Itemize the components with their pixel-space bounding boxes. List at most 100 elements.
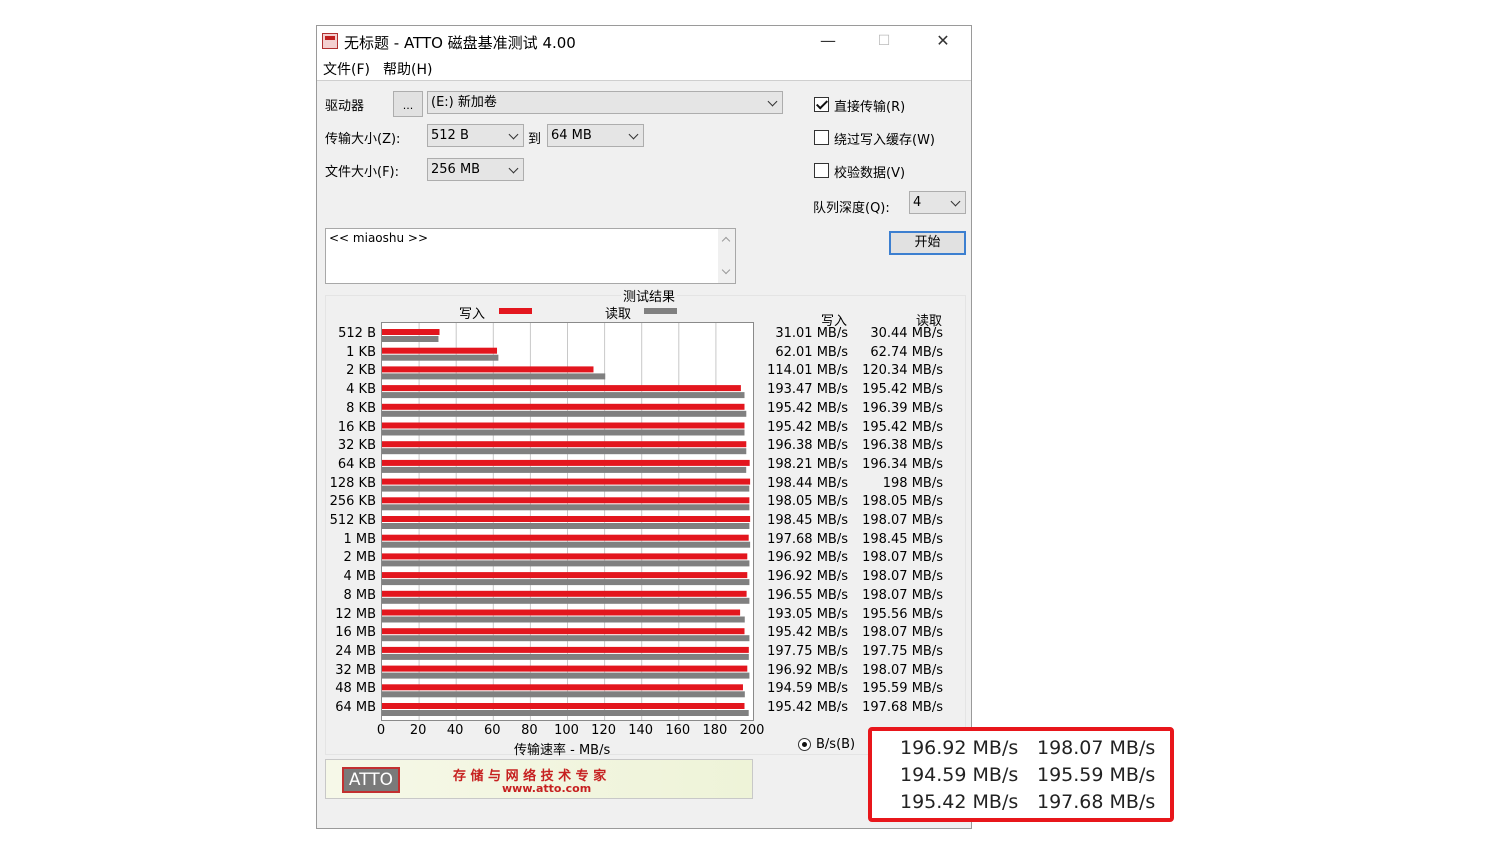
read-bar-3 bbox=[382, 392, 745, 399]
scroll-up-icon[interactable] bbox=[721, 236, 731, 246]
y-tick-label: 1 KB bbox=[346, 344, 376, 360]
queue-depth-label: 队列深度(Q): bbox=[813, 201, 890, 216]
transfer-from-select[interactable]: 512 B bbox=[427, 124, 524, 147]
file-size-select[interactable]: 256 MB bbox=[427, 158, 524, 181]
write-bar-4 bbox=[382, 403, 745, 410]
drive-select-value: (E:) 新加卷 bbox=[431, 95, 497, 110]
units-radio[interactable] bbox=[798, 738, 811, 751]
description-textarea[interactable]: << miaoshu >> bbox=[325, 228, 736, 284]
atto-banner[interactable]: ATTO 存 储 与 网 络 技 术 专 家 www.atto.com bbox=[325, 759, 753, 799]
scroll-down-icon[interactable] bbox=[721, 265, 731, 275]
write-value: 198.45 MB/s bbox=[767, 513, 848, 528]
menu-file[interactable]: 文件(F) bbox=[323, 59, 370, 79]
y-tick-label: 128 KB bbox=[329, 475, 376, 491]
highlight-write-3: 195.42 MB/s bbox=[900, 791, 1019, 813]
read-bar-4 bbox=[382, 410, 747, 417]
write-bar-9 bbox=[382, 497, 750, 504]
write-bar-12 bbox=[382, 553, 748, 560]
read-value: 198.07 MB/s bbox=[862, 550, 943, 566]
verify-data-checkbox[interactable] bbox=[814, 163, 829, 178]
y-tick-label: 2 KB bbox=[346, 363, 376, 379]
write-bar-3 bbox=[382, 385, 741, 392]
read-value: 198.07 MB/s bbox=[862, 662, 943, 678]
bypass-write-cache-label: 绕过写入缓存(W) bbox=[834, 133, 935, 148]
y-tick-label: 1 MB bbox=[343, 531, 376, 547]
x-tick-label: 140 bbox=[628, 723, 654, 738]
bar-chart bbox=[381, 322, 754, 721]
read-bar-17 bbox=[382, 653, 749, 660]
write-bar-8 bbox=[382, 478, 751, 485]
y-tick-label: 2 MB bbox=[343, 550, 376, 566]
write-bar-14 bbox=[382, 590, 747, 597]
legend-read-label: 读取 bbox=[605, 307, 632, 322]
app-window: 无标题 - ATTO 磁盘基准测试 4.00 — ☐ ✕ 文件(F) 帮助(H)… bbox=[316, 25, 972, 829]
read-value: 198.07 MB/s bbox=[862, 513, 943, 528]
banner-url[interactable]: www.atto.com bbox=[502, 782, 591, 795]
direct-io-checkbox[interactable] bbox=[814, 97, 829, 112]
read-value: 195.59 MB/s bbox=[862, 681, 943, 697]
units-radio-label: B/s(B) bbox=[816, 737, 856, 752]
write-value: 195.42 MB/s bbox=[767, 625, 848, 641]
write-value: 193.05 MB/s bbox=[767, 606, 848, 622]
write-value: 194.59 MB/s bbox=[767, 681, 848, 697]
chart-plot bbox=[382, 323, 751, 720]
to-label: 到 bbox=[528, 132, 542, 147]
scrollbar[interactable] bbox=[718, 229, 735, 283]
read-bar-11 bbox=[382, 541, 751, 548]
read-value: 195.42 MB/s bbox=[862, 382, 943, 398]
maximize-button[interactable]: ☐ bbox=[870, 30, 898, 52]
write-bar-19 bbox=[382, 684, 743, 691]
write-bar-7 bbox=[382, 459, 750, 466]
y-tick-label: 64 MB bbox=[335, 700, 376, 715]
read-value: 120.34 MB/s bbox=[862, 363, 943, 379]
legend-read-swatch bbox=[644, 308, 677, 314]
read-bar-7 bbox=[382, 466, 747, 473]
write-value: 62.01 MB/s bbox=[775, 344, 848, 360]
drive-select[interactable]: (E:) 新加卷 bbox=[427, 91, 783, 114]
read-value: 198 MB/s bbox=[882, 475, 943, 491]
read-value: 195.56 MB/s bbox=[862, 606, 943, 622]
x-tick-label: 40 bbox=[446, 723, 464, 738]
description-text: << miaoshu >> bbox=[329, 231, 429, 245]
y-tick-label: 4 KB bbox=[346, 382, 376, 398]
x-tick-label: 200 bbox=[739, 723, 765, 738]
chevron-down-icon bbox=[508, 129, 519, 140]
write-bar-20 bbox=[382, 703, 745, 709]
read-value: 198.07 MB/s bbox=[862, 625, 943, 641]
write-value: 198.44 MB/s bbox=[767, 475, 848, 491]
x-tick-label: 180 bbox=[702, 723, 728, 738]
queue-depth-value: 4 bbox=[913, 195, 922, 210]
read-value: 30.44 MB/s bbox=[870, 326, 943, 341]
x-axis-title: 传输速率 - MB/s bbox=[514, 743, 611, 758]
highlight-read-3: 197.68 MB/s bbox=[1037, 791, 1156, 813]
write-bar-16 bbox=[382, 628, 745, 635]
y-tick-label: 256 KB bbox=[329, 494, 376, 510]
queue-depth-select[interactable]: 4 bbox=[909, 191, 966, 214]
read-value: 198.07 MB/s bbox=[862, 587, 943, 603]
write-bar-10 bbox=[382, 516, 751, 522]
minimize-button[interactable]: — bbox=[814, 30, 842, 52]
transfer-to-select[interactable]: 64 MB bbox=[547, 124, 644, 147]
legend-write-swatch bbox=[499, 308, 532, 314]
read-bar-18 bbox=[382, 672, 750, 679]
read-bar-20 bbox=[382, 710, 749, 716]
write-value: 195.42 MB/s bbox=[767, 400, 848, 416]
x-tick-label: 60 bbox=[484, 723, 501, 738]
x-tick-label: 160 bbox=[665, 723, 691, 738]
write-value: 195.42 MB/s bbox=[767, 419, 848, 435]
start-button[interactable]: 开始 bbox=[889, 231, 966, 255]
menu-help[interactable]: 帮助(H) bbox=[383, 59, 432, 79]
chevron-down-icon bbox=[767, 96, 778, 107]
close-button[interactable]: ✕ bbox=[929, 30, 957, 52]
transfer-size-label: 传输大小(Z): bbox=[325, 132, 401, 147]
write-bar-17 bbox=[382, 646, 749, 653]
browse-button[interactable]: ... bbox=[393, 91, 423, 117]
bypass-write-cache-checkbox[interactable] bbox=[814, 130, 829, 145]
write-value: 196.92 MB/s bbox=[767, 550, 848, 566]
read-bar-6 bbox=[382, 448, 747, 455]
highlight-callout: 196.92 MB/s 198.07 MB/s 194.59 MB/s 195.… bbox=[868, 727, 1174, 822]
y-tick-label: 16 MB bbox=[335, 625, 376, 641]
x-tick-label: 100 bbox=[554, 723, 579, 738]
title-bar[interactable]: 无标题 - ATTO 磁盘基准测试 4.00 — ☐ ✕ bbox=[317, 26, 971, 56]
y-tick-label: 8 MB bbox=[343, 587, 376, 603]
